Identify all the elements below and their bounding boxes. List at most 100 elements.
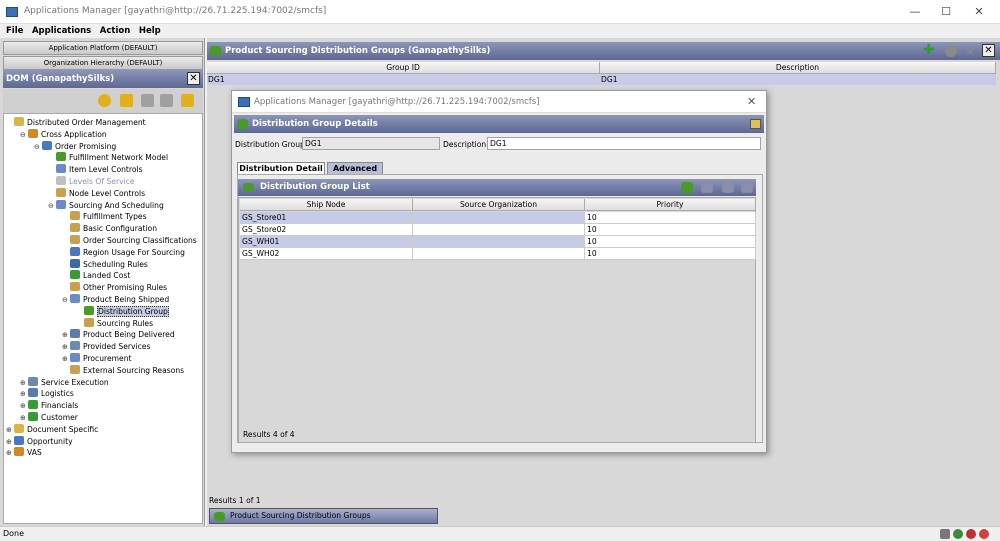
tree-item[interactable]: Other Promising Rules: [62, 282, 167, 293]
details-icon[interactable]: [701, 182, 713, 193]
column-ship-node[interactable]: Ship Node: [240, 199, 413, 211]
menu-applications[interactable]: Applications: [32, 26, 91, 36]
expand-icon[interactable]: ⊕: [6, 425, 14, 435]
tree-item[interactable]: Fulfillment Types: [62, 211, 147, 222]
table-row[interactable]: DG1 DG1: [207, 74, 996, 85]
description-field[interactable]: DG1: [487, 137, 761, 150]
expand-icon[interactable]: ⊕: [20, 378, 28, 388]
collapse-icon[interactable]: ⊖: [34, 142, 42, 152]
tree-item[interactable]: Basic Configuration: [62, 223, 157, 234]
column-description[interactable]: Description: [600, 62, 996, 74]
list-icon: [70, 364, 80, 374]
tree-item-label: Cross Application: [41, 129, 107, 139]
wrench-icon[interactable]: [120, 94, 133, 107]
menu-action[interactable]: Action: [100, 26, 131, 36]
main-header: Product Sourcing Distribution Groups (Ga…: [207, 42, 1000, 60]
collapse-icon[interactable]: ⊖: [20, 130, 28, 140]
expand-icon[interactable]: ⊕: [62, 342, 70, 352]
expand-icon[interactable]: ⊕: [62, 330, 70, 340]
export-icon[interactable]: [181, 94, 194, 107]
close-icon[interactable]: ✕: [187, 72, 200, 85]
add-row-icon[interactable]: [681, 182, 693, 193]
dom-header: DOM (GanapathySilks) ✕: [3, 70, 203, 88]
task-tab[interactable]: Product Sourcing Distribution Groups (Ga…: [209, 508, 438, 534]
cell-source-organization: [413, 212, 585, 223]
expand-icon[interactable]: ⊕: [6, 448, 14, 458]
expand-icon[interactable]: ⊕: [20, 401, 28, 411]
table-row[interactable]: GS_WH02 10: [240, 248, 756, 260]
delete-icon[interactable]: [741, 182, 753, 193]
tree-item[interactable]: Order Sourcing Classifications: [62, 235, 197, 246]
globe-icon: [42, 140, 52, 150]
expand-icon[interactable]: ⊕: [20, 413, 28, 423]
organization-hierarchy-button[interactable]: Organization Hierarchy (DEFAULT): [3, 56, 203, 70]
table-row[interactable]: GS_Store02 10: [240, 224, 756, 236]
tree-item[interactable]: ⊕ Service Execution: [20, 376, 109, 388]
collapse-icon[interactable]: ⊖: [48, 201, 56, 211]
close-icon[interactable]: ✕: [982, 44, 995, 57]
tree-item[interactable]: Sourcing Rules: [76, 317, 153, 329]
tree-item[interactable]: Landed Cost: [62, 270, 130, 281]
details-icon[interactable]: [945, 45, 957, 57]
save-icon[interactable]: [750, 119, 761, 129]
tree-item[interactable]: ⊕ VAS: [6, 447, 42, 458]
dialog-close-button[interactable]: ✕: [747, 95, 756, 108]
cell-ship-node: GS_WH02: [240, 248, 413, 259]
tree-item-label: Distribution Group: [97, 305, 169, 317]
expand-icon[interactable]: ⊕: [6, 437, 14, 447]
tree-item[interactable]: ⊕ Customer: [20, 412, 78, 423]
tree-item[interactable]: ⊕ Product Being Delivered: [62, 329, 175, 340]
column-group-id[interactable]: Group ID: [207, 62, 600, 74]
table-row[interactable]: GS_Store01 10: [240, 212, 756, 224]
minimize-button[interactable]: —: [905, 4, 925, 20]
tree-item[interactable]: Region Usage For Sourcing: [62, 246, 185, 258]
column-source-organization[interactable]: Source Organization: [413, 199, 585, 211]
add-icon[interactable]: ✚: [923, 43, 935, 57]
tree-item-label: Opportunity: [27, 436, 73, 446]
table-row[interactable]: GS_WH01 10: [240, 236, 756, 248]
people-icon: [28, 412, 38, 421]
tree-item-label: Basic Configuration: [83, 224, 158, 234]
expand-icon[interactable]: ⊕: [20, 389, 28, 399]
tree-item[interactable]: Levels Of Service: [48, 176, 135, 187]
tree-item[interactable]: ⊖ Sourcing And Scheduling: [48, 199, 164, 211]
tree-item[interactable]: ⊖ Cross Application: [20, 128, 107, 140]
menu-file[interactable]: File: [6, 26, 23, 36]
tree-item[interactable]: Node Level Controls: [48, 187, 145, 199]
gear-icon[interactable]: [98, 94, 111, 107]
cost-icon: [70, 270, 80, 280]
link-icon: [56, 187, 66, 197]
tree-item-label: Scheduling Rules: [83, 259, 148, 269]
group-table-header: Group ID Description: [207, 62, 996, 74]
delete-icon[interactable]: ✕: [965, 43, 977, 59]
tree-item[interactable]: Scheduling Rules: [62, 258, 148, 270]
maximize-button[interactable]: ☐: [936, 4, 956, 20]
tree-item[interactable]: ⊕ Document Specific: [6, 423, 98, 435]
copy-icon[interactable]: [722, 182, 734, 193]
status-text: Done: [3, 529, 25, 538]
tree-item[interactable]: Fulfillment Network Model: [48, 152, 168, 163]
tree-item[interactable]: Item Level Controls: [48, 164, 143, 175]
tree-item[interactable]: ⊖ Product Being Shipped: [62, 294, 169, 305]
tree-item[interactable]: ⊕ Procurement: [62, 353, 132, 364]
tree-item[interactable]: ⊕ Provided Services: [62, 341, 150, 352]
column-priority[interactable]: Priority: [585, 199, 756, 211]
collapse-icon[interactable]: ⊖: [62, 295, 70, 305]
close-button[interactable]: ✕: [969, 4, 989, 20]
menu-help[interactable]: Help: [139, 26, 161, 36]
tree-item[interactable]: ⊖ Order Promising: [34, 140, 116, 152]
tree-item[interactable]: ⊕ Opportunity: [6, 435, 73, 447]
tab-distribution-detail[interactable]: Distribution Detail: [237, 162, 325, 174]
expand-icon[interactable]: ⊕: [62, 354, 70, 364]
tree-item[interactable]: Distribution Group: [76, 305, 169, 317]
app-icon: [238, 97, 250, 107]
application-platform-button[interactable]: Application Platform (DEFAULT): [3, 41, 203, 55]
tree-item-label: Provided Services: [83, 342, 151, 352]
paste-icon[interactable]: [160, 94, 173, 107]
tree-item[interactable]: ⊕ Financials: [20, 400, 78, 411]
copy-icon[interactable]: [141, 94, 154, 107]
tab-advanced[interactable]: Advanced: [327, 162, 383, 174]
tree-item[interactable]: ⊕ Logistics: [20, 388, 74, 399]
tree-item[interactable]: Distributed Order Management: [6, 117, 146, 128]
tree-item[interactable]: External Sourcing Reasons: [62, 364, 184, 376]
